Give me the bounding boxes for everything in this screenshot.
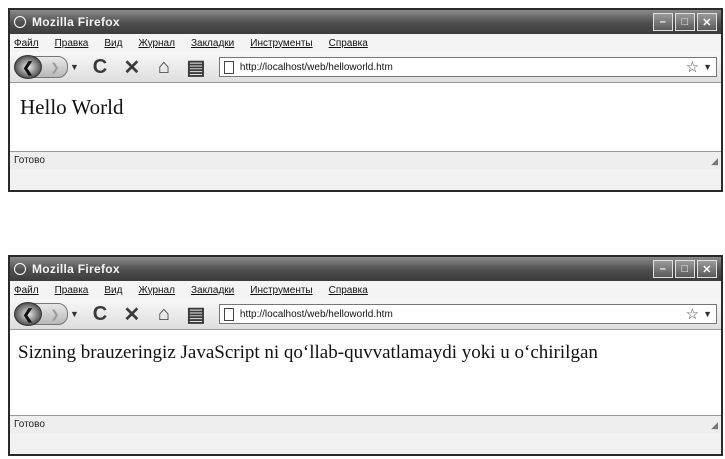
url-text[interactable]: http://localhost/web/helloworld.htm [240,62,686,73]
menu-bookmarks[interactable]: Закладки [191,285,234,296]
resize-grip-icon[interactable]: ◢ [711,156,718,167]
minimize-button[interactable]: – [653,260,673,278]
menu-file[interactable]: Файл [14,38,39,49]
menu-view[interactable]: Вид [104,38,122,49]
menu-bookmarks[interactable]: Закладки [191,38,234,49]
status-text: Готово [14,155,45,166]
status-bar: Готово ◢ [10,415,721,433]
stop-icon[interactable]: ✕ [119,55,145,79]
reload-icon[interactable]: C [87,302,113,326]
bookmark-page-icon[interactable]: ▤ [183,55,209,79]
page-icon [223,307,234,321]
menu-file[interactable]: Файл [14,285,39,296]
firefox-logo-icon [14,16,26,28]
menu-bar: Файл Правка Вид Журнал Закладки Инструме… [10,34,721,52]
back-arrow-icon[interactable]: ❮ [14,302,42,326]
page-content: Hello World [10,83,721,151]
navigation-toolbar: ❮ ❯ ▼ C ✕ ⌂ ▤ http://localhost/web/hello… [10,299,721,330]
history-dropdown-icon[interactable]: ▼ [70,62,79,72]
stop-icon[interactable]: ✕ [119,302,145,326]
page-text: Hello World [20,95,124,119]
status-bar: Готово ◢ [10,151,721,169]
url-dropdown-icon[interactable]: ▼ [703,309,712,319]
firefox-logo-icon [14,263,26,275]
menu-edit[interactable]: Правка [55,38,89,49]
reload-icon[interactable]: C [87,55,113,79]
status-text: Готово [14,419,45,430]
url-text[interactable]: http://localhost/web/helloworld.htm [240,309,686,320]
menu-bar: Файл Правка Вид Журнал Закладки Инструме… [10,281,721,299]
home-icon[interactable]: ⌂ [151,55,177,79]
home-icon[interactable]: ⌂ [151,302,177,326]
menu-help[interactable]: Справка [329,38,368,49]
minimize-button[interactable]: – [653,13,673,31]
address-bar[interactable]: http://localhost/web/helloworld.htm ☆ ▼ [218,57,717,77]
menu-tools[interactable]: Инструменты [250,285,312,296]
window-title: Mozilla Firefox [32,15,120,29]
window-title: Mozilla Firefox [32,262,120,276]
title-bar[interactable]: Mozilla Firefox – □ ✕ [10,10,721,34]
menu-history[interactable]: Журнал [138,285,175,296]
menu-history[interactable]: Журнал [138,38,175,49]
page-icon [223,60,234,74]
close-button[interactable]: ✕ [697,260,717,278]
navigation-toolbar: ❮ ❯ ▼ C ✕ ⌂ ▤ http://localhost/web/hello… [10,52,721,83]
menu-view[interactable]: Вид [104,285,122,296]
url-dropdown-icon[interactable]: ▼ [703,62,712,72]
close-button[interactable]: ✕ [697,13,717,31]
bookmark-page-icon[interactable]: ▤ [183,302,209,326]
resize-grip-icon[interactable]: ◢ [711,420,718,431]
browser-window-2: Mozilla Firefox – □ ✕ Файл Правка Вид Жу… [8,255,723,456]
maximize-button[interactable]: □ [675,260,695,278]
page-content: Sizning brauzeringiz JavaScript ni qo‘ll… [10,330,721,415]
menu-tools[interactable]: Инструменты [250,38,312,49]
title-bar[interactable]: Mozilla Firefox – □ ✕ [10,257,721,281]
back-arrow-icon[interactable]: ❮ [14,55,42,79]
address-bar[interactable]: http://localhost/web/helloworld.htm ☆ ▼ [218,304,717,324]
menu-help[interactable]: Справка [329,285,368,296]
maximize-button[interactable]: □ [675,13,695,31]
star-icon[interactable]: ☆ [686,305,699,323]
history-dropdown-icon[interactable]: ▼ [70,309,79,319]
star-icon[interactable]: ☆ [686,58,699,76]
page-text: Sizning brauzeringiz JavaScript ni qo‘ll… [18,342,598,363]
browser-window-1: Mozilla Firefox – □ ✕ Файл Правка Вид Жу… [8,8,723,192]
menu-edit[interactable]: Правка [55,285,89,296]
